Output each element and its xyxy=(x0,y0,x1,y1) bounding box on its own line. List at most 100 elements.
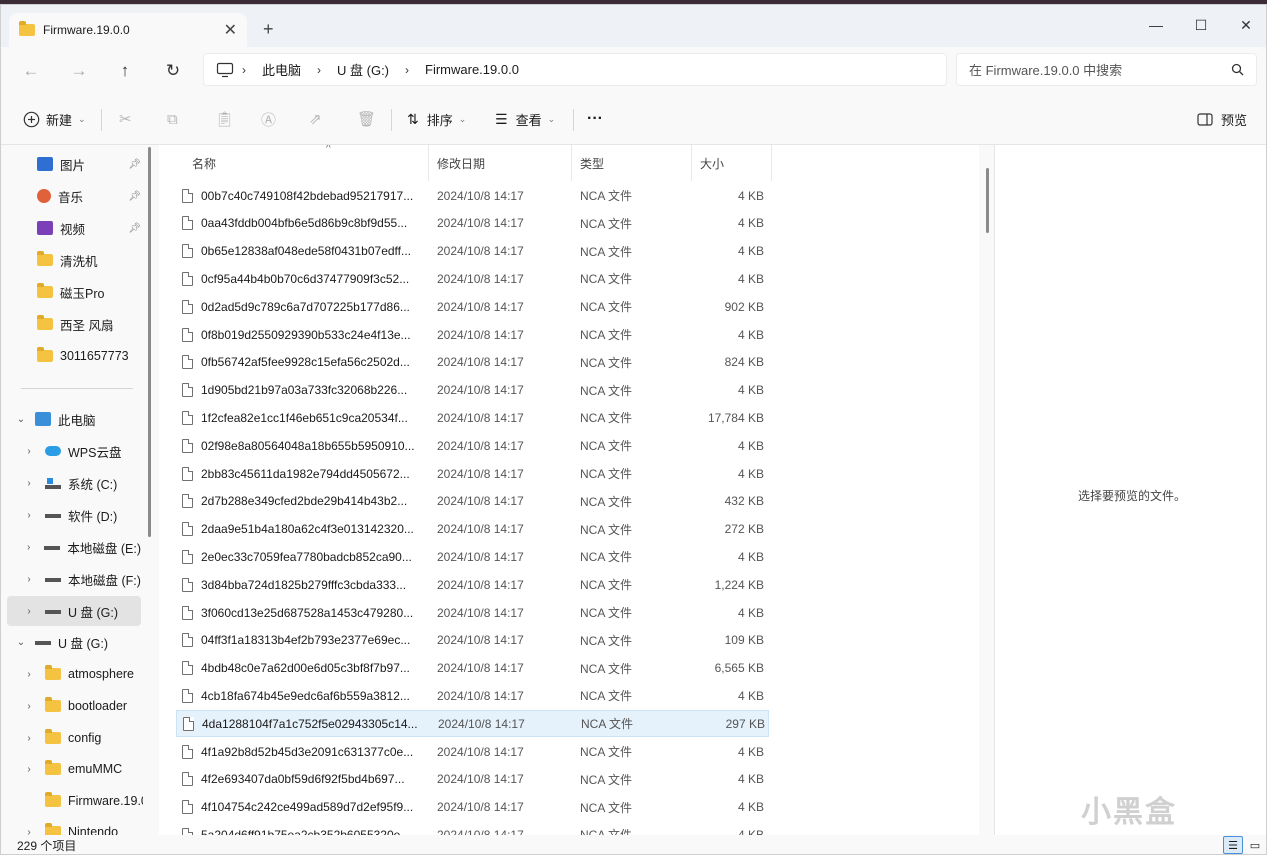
file-row[interactable]: 0cf95a44b4b0b70c6d37477909f3c52... 2024/1… xyxy=(176,265,769,292)
sidebar-item-video[interactable]: 视频 📌︎ xyxy=(1,213,141,243)
file-list-scrollbar[interactable] xyxy=(986,168,989,233)
file-row[interactable]: 4f104754c242ce499ad589d7d2ef95f9... 2024/… xyxy=(176,794,769,821)
sidebar-item-firmware[interactable]: Firmware.19.0 xyxy=(1,786,143,816)
sidebar-item-pictures[interactable]: 图片 📌︎ xyxy=(1,149,141,179)
sidebar-item-music[interactable]: 音乐 📌︎ xyxy=(1,181,141,211)
separator xyxy=(573,109,574,131)
file-row[interactable]: 2d7b288e349cfed2bde29b414b43b2... 2024/10… xyxy=(176,488,769,515)
sidebar-item-bootloader[interactable]: › bootloader xyxy=(1,691,141,721)
column-header-type[interactable]: 类型 xyxy=(572,145,692,181)
file-type: NCA 文件 xyxy=(580,216,633,231)
sidebar-item-drive-d[interactable]: › 软件 (D:) xyxy=(1,500,141,530)
chevron-right-icon[interactable]: › xyxy=(21,827,37,836)
file-row[interactable]: 0b65e12838af048ede58f0431b07edff... 2024/… xyxy=(176,238,769,265)
file-row[interactable]: 00b7c40c749108f42bdebad95217917... 2024/1… xyxy=(176,182,769,209)
sidebar-item-atmosphere[interactable]: › atmosphere xyxy=(1,659,141,689)
refresh-button[interactable]: ↻ xyxy=(161,59,185,83)
sidebar-item-drive-g[interactable]: › U 盘 (G:) xyxy=(7,596,141,626)
forward-button[interactable]: → xyxy=(67,59,91,83)
chevron-down-icon[interactable]: ⌄ xyxy=(13,637,29,648)
delete-icon[interactable]: 🗑︎ xyxy=(357,107,376,131)
file-row[interactable]: 0fb56742af5fee9928c15efa56c2502d... 2024/… xyxy=(176,349,769,376)
new-button[interactable]: 新建 ⌄ xyxy=(23,107,86,131)
close-window-button[interactable]: ✕ xyxy=(1226,13,1266,37)
column-header-date[interactable]: 修改日期 xyxy=(429,145,572,181)
sidebar-scrollbar[interactable] xyxy=(148,147,151,537)
sidebar-item-ciyupro[interactable]: 磁玉Pro xyxy=(1,277,141,307)
address-bar[interactable]: › 此电脑 › U 盘 (G:) › Firmware.19.0.0 xyxy=(203,53,947,86)
file-row[interactable]: 0d2ad5d9c789c6a7d707225b177d86... 2024/10… xyxy=(176,293,769,320)
chevron-right-icon[interactable]: › xyxy=(21,478,37,489)
file-row[interactable]: 3d84bba724d1825b279fffc3cbda333... 2024/1… xyxy=(176,571,769,598)
file-row[interactable]: 0f8b019d2550929390b533c24e4f13e... 2024/1… xyxy=(176,321,769,348)
chevron-right-icon[interactable]: › xyxy=(21,733,37,744)
view-button[interactable]: ☰ 查看 ⌄ xyxy=(495,107,555,131)
chevron-right-icon[interactable]: › xyxy=(21,574,37,585)
new-tab-button[interactable]: + xyxy=(263,19,274,40)
search-box[interactable]: 在 Firmware.19.0.0 中搜索 xyxy=(956,53,1257,86)
details-view-button[interactable]: ☰ xyxy=(1223,836,1243,854)
sidebar-item-qingxiji[interactable]: 清洗机 xyxy=(1,245,141,275)
file-row[interactable]: 4f1a92b8d52b45d3e2091c631377c0e... 2024/1… xyxy=(176,738,769,765)
sidebar-item-wps-cloud[interactable]: › WPS云盘 xyxy=(1,436,141,466)
more-options-icon[interactable]: ··· xyxy=(587,107,603,131)
chevron-right-icon[interactable]: › xyxy=(21,669,37,680)
tiles-view-button[interactable]: ▭ xyxy=(1245,836,1265,854)
file-row[interactable]: 4da1288104f7a1c752f5e02943305c14... 2024/… xyxy=(176,710,769,738)
breadcrumb-drive-g[interactable]: U 盘 (G:) xyxy=(337,60,389,79)
chevron-right-icon[interactable]: › xyxy=(21,510,37,521)
chevron-right-icon[interactable]: › xyxy=(21,542,36,553)
file-row[interactable]: 4bdb48c0e7a62d00e6d05c3bf8f7b97... 2024/1… xyxy=(176,655,769,682)
cut-icon[interactable]: ✂ xyxy=(119,107,132,131)
copy-icon[interactable]: ⧉ xyxy=(167,107,178,131)
file-row[interactable]: 1f2cfea82e1cc1f46eb651c9ca20534f... 2024/… xyxy=(176,404,769,431)
file-row[interactable]: 2daa9e51b4a180a62c4f3e013142320... 2024/1… xyxy=(176,516,769,543)
chevron-right-icon[interactable]: › xyxy=(21,606,37,617)
sidebar-item-emummc[interactable]: › emuMMC xyxy=(1,754,141,784)
minimize-button[interactable]: — xyxy=(1136,13,1176,37)
file-row[interactable]: 02f98e8a80564048a18b655b5950910... 2024/1… xyxy=(176,432,769,459)
share-icon[interactable]: ⇗ xyxy=(309,107,322,131)
sidebar-item-drive-c[interactable]: › 系统 (C:) xyxy=(1,468,141,498)
column-header-size[interactable]: 大小 xyxy=(692,145,772,181)
rename-icon[interactable]: Ⓐ xyxy=(261,107,276,131)
sidebar-item-nintendo[interactable]: › Nintendo xyxy=(1,817,141,835)
file-type: NCA 文件 xyxy=(580,745,633,759)
navigation-bar: ← → ↑ ↻ › 此电脑 › U 盘 (G:) › Firmware.19.0… xyxy=(1,47,1266,93)
preview-button[interactable]: 预览 xyxy=(1197,107,1247,131)
breadcrumb-separator[interactable]: › xyxy=(405,63,409,77)
column-header-name[interactable]: ^ 名称 xyxy=(184,145,429,181)
file-row[interactable]: 4cb18fa674b45e9edc6af6b559a3812... 2024/1… xyxy=(176,682,769,709)
tab-firmware[interactable]: Firmware.19.0.0 ✕ xyxy=(9,13,247,47)
breadcrumb-firmware[interactable]: Firmware.19.0.0 xyxy=(425,62,519,77)
file-row[interactable]: 3f060cd13e25d687528a1453c479280... 2024/1… xyxy=(176,599,769,626)
sidebar-item-config[interactable]: › config xyxy=(1,723,141,753)
chevron-right-icon[interactable]: › xyxy=(21,764,37,775)
sidebar-item-3011657773[interactable]: 3011657773 xyxy=(1,341,141,371)
breadcrumb-separator[interactable]: › xyxy=(317,63,321,77)
sidebar-item-drive-f[interactable]: › 本地磁盘 (F:) xyxy=(1,564,141,594)
file-row[interactable]: 1d905bd21b97a03a733fc32068b226... 2024/10… xyxy=(176,377,769,404)
sidebar-item-usb-g[interactable]: ⌄ U 盘 (G:) xyxy=(1,627,141,657)
sort-button[interactable]: ⇅ 排序 ⌄ xyxy=(407,107,466,131)
file-row[interactable]: 4f2e693407da0bf59d6f92f5bd4b697... 2024/1… xyxy=(176,766,769,793)
file-size: 6,565 KB xyxy=(714,661,764,676)
sidebar-item-this-pc[interactable]: ⌄ 此电脑 xyxy=(1,404,141,434)
close-tab-icon[interactable]: ✕ xyxy=(224,20,237,40)
chevron-right-icon[interactable]: › xyxy=(21,701,37,712)
file-row[interactable]: 0aa43fddb004bfb6e5d86b9c8bf9d55... 2024/1… xyxy=(176,210,769,237)
file-explorer-window: Firmware.19.0.0 ✕ + — ☐ ✕ ← → ↑ ↻ › 此电脑 … xyxy=(0,4,1267,855)
file-row[interactable]: 5a204d6ff91b75ea2cb352b6055320e... 2024/1… xyxy=(176,821,769,835)
file-row[interactable]: 2e0ec33c7059fea7780badcb852ca90... 2024/1… xyxy=(176,543,769,570)
up-button[interactable]: ↑ xyxy=(113,59,137,83)
back-button[interactable]: ← xyxy=(19,59,43,83)
paste-icon[interactable]: 📋︎ xyxy=(215,107,234,131)
sidebar-item-drive-e[interactable]: › 本地磁盘 (E:) xyxy=(1,532,141,562)
sidebar-item-fan[interactable]: 西圣 风扇 xyxy=(1,309,141,339)
breadcrumb-this-pc[interactable]: 此电脑 xyxy=(262,60,301,79)
chevron-down-icon[interactable]: ⌄ xyxy=(13,414,29,425)
chevron-right-icon[interactable]: › xyxy=(21,446,37,457)
file-row[interactable]: 04ff3f1a18313b4ef2b793e2377e69ec... 2024/… xyxy=(176,627,769,654)
maximize-button[interactable]: ☐ xyxy=(1181,13,1221,37)
file-row[interactable]: 2bb83c45611da1982e794dd4505672... 2024/10… xyxy=(176,460,769,487)
